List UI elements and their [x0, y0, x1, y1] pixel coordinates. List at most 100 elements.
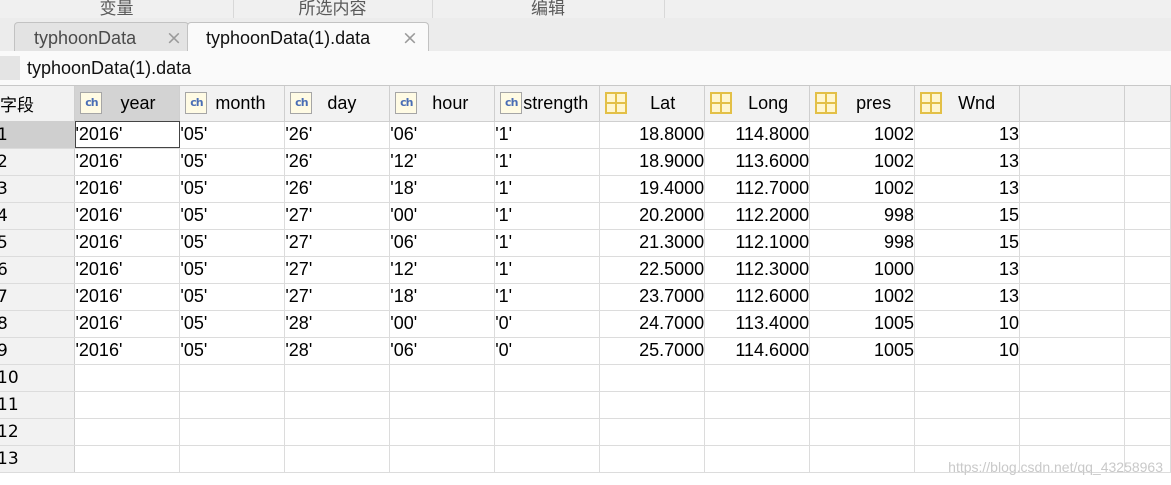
- table-cell[interactable]: [494, 364, 601, 392]
- table-cell[interactable]: '05': [179, 175, 286, 203]
- close-icon[interactable]: ×: [402, 23, 418, 53]
- column-header-pres[interactable]: pres: [809, 86, 916, 122]
- table-cell[interactable]: '06': [389, 229, 496, 257]
- table-cell[interactable]: 22.5000: [599, 256, 706, 284]
- row-number-header[interactable]: 3: [0, 175, 76, 203]
- table-cell[interactable]: '05': [179, 310, 286, 338]
- table-cell[interactable]: 15: [914, 202, 1020, 230]
- table-cell[interactable]: '2016': [74, 256, 181, 284]
- table-cell[interactable]: [704, 364, 811, 392]
- table-cell[interactable]: 19.4000: [599, 175, 706, 203]
- table-cell[interactable]: 10: [914, 310, 1020, 338]
- row-number-header[interactable]: 1: [0, 121, 76, 149]
- row-number-header[interactable]: 9: [0, 337, 76, 365]
- table-cell[interactable]: 1005: [809, 310, 916, 338]
- table-cell[interactable]: [1124, 310, 1171, 338]
- table-cell[interactable]: 112.1000: [704, 229, 811, 257]
- table-cell[interactable]: 18.8000: [599, 121, 706, 149]
- table-cell[interactable]: [284, 364, 391, 392]
- column-header-lat[interactable]: Lat: [599, 86, 706, 122]
- column-header-wnd[interactable]: Wnd: [914, 86, 1020, 122]
- table-cell[interactable]: [494, 418, 601, 446]
- table-cell[interactable]: [389, 418, 496, 446]
- table-cell[interactable]: [1019, 121, 1125, 149]
- table-cell[interactable]: '2016': [74, 121, 181, 149]
- column-header-long[interactable]: Long: [704, 86, 811, 122]
- table-cell[interactable]: 112.6000: [704, 283, 811, 311]
- table-cell[interactable]: [74, 364, 181, 392]
- table-cell[interactable]: '28': [284, 310, 391, 338]
- table-cell[interactable]: 1002: [809, 283, 916, 311]
- table-cell[interactable]: '00': [389, 202, 496, 230]
- column-header-hour[interactable]: ch hour: [389, 86, 496, 122]
- table-cell[interactable]: 998: [809, 229, 916, 257]
- table-cell[interactable]: [284, 418, 391, 446]
- table-cell[interactable]: '05': [179, 229, 286, 257]
- table-cell[interactable]: [914, 418, 1020, 446]
- table-cell[interactable]: [914, 364, 1020, 392]
- table-cell[interactable]: '1': [494, 121, 601, 149]
- table-cell[interactable]: '2016': [74, 229, 181, 257]
- row-number-header[interactable]: 13: [0, 445, 76, 473]
- table-cell[interactable]: '1': [494, 175, 601, 203]
- table-cell[interactable]: [809, 445, 916, 473]
- table-cell[interactable]: '12': [389, 148, 496, 176]
- table-cell[interactable]: [74, 445, 181, 473]
- table-cell[interactable]: 112.2000: [704, 202, 811, 230]
- table-cell[interactable]: '12': [389, 256, 496, 284]
- table-cell[interactable]: '18': [389, 283, 496, 311]
- table-cell[interactable]: 20.2000: [599, 202, 706, 230]
- table-cell[interactable]: [179, 364, 286, 392]
- table-cell[interactable]: [1124, 229, 1171, 257]
- table-cell[interactable]: 13: [914, 148, 1020, 176]
- table-cell[interactable]: '1': [494, 229, 601, 257]
- table-cell[interactable]: 1005: [809, 337, 916, 365]
- table-cell[interactable]: [1019, 202, 1125, 230]
- table-cell[interactable]: '1': [494, 202, 601, 230]
- table-cell[interactable]: '2016': [74, 283, 181, 311]
- table-cell[interactable]: '27': [284, 283, 391, 311]
- table-cell[interactable]: [284, 445, 391, 473]
- table-cell[interactable]: [179, 445, 286, 473]
- table-cell[interactable]: 113.4000: [704, 310, 811, 338]
- table-cell[interactable]: 25.7000: [599, 337, 706, 365]
- table-cell[interactable]: [74, 391, 181, 419]
- table-cell[interactable]: '28': [284, 337, 391, 365]
- table-cell[interactable]: [599, 391, 706, 419]
- table-cell[interactable]: 114.6000: [704, 337, 811, 365]
- tab-typhoondata[interactable]: typhoonData ×: [14, 22, 189, 52]
- table-cell[interactable]: '05': [179, 283, 286, 311]
- table-cell[interactable]: [809, 364, 916, 392]
- table-cell[interactable]: [179, 391, 286, 419]
- table-cell[interactable]: [389, 445, 496, 473]
- table-cell[interactable]: [1019, 229, 1125, 257]
- table-cell[interactable]: 113.6000: [704, 148, 811, 176]
- table-cell[interactable]: [1019, 310, 1125, 338]
- table-cell[interactable]: '05': [179, 202, 286, 230]
- table-cell[interactable]: '18': [389, 175, 496, 203]
- table-cell[interactable]: [74, 418, 181, 446]
- table-cell[interactable]: [1019, 337, 1125, 365]
- table-cell[interactable]: '2016': [74, 337, 181, 365]
- row-number-header[interactable]: 10: [0, 364, 76, 392]
- row-number-header[interactable]: 5: [0, 229, 76, 257]
- table-cell[interactable]: 1002: [809, 148, 916, 176]
- table-cell[interactable]: [1124, 418, 1171, 446]
- table-cell[interactable]: '27': [284, 202, 391, 230]
- table-cell[interactable]: 998: [809, 202, 916, 230]
- table-cell[interactable]: '0': [494, 310, 601, 338]
- table-cell[interactable]: [284, 391, 391, 419]
- table-cell[interactable]: '06': [389, 121, 496, 149]
- table-cell[interactable]: [1019, 256, 1125, 284]
- table-cell[interactable]: '1': [494, 283, 601, 311]
- row-number-header[interactable]: 7: [0, 283, 76, 311]
- table-cell[interactable]: [809, 418, 916, 446]
- column-header-strength[interactable]: ch strength: [494, 86, 601, 122]
- table-cell[interactable]: '2016': [74, 175, 181, 203]
- table-cell[interactable]: '2016': [74, 310, 181, 338]
- table-cell[interactable]: '2016': [74, 148, 181, 176]
- table-cell[interactable]: [704, 418, 811, 446]
- table-cell[interactable]: '1': [494, 148, 601, 176]
- table-cell[interactable]: 21.3000: [599, 229, 706, 257]
- column-header-empty[interactable]: [1019, 86, 1125, 122]
